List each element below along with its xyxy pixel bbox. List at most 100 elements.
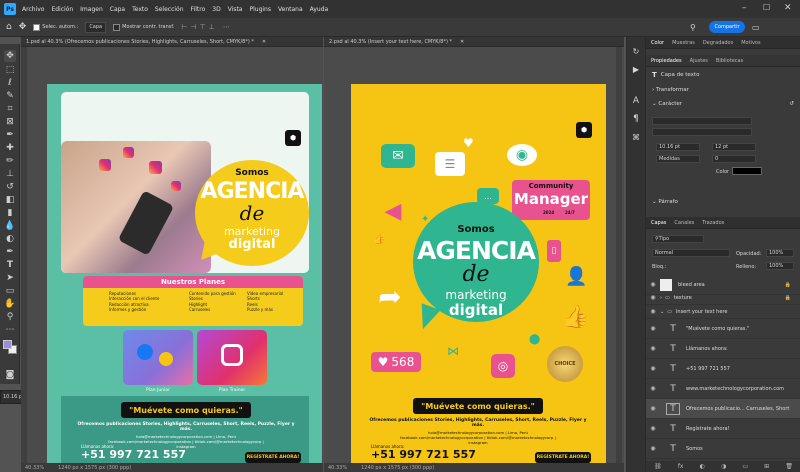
layer-select-dropdown[interactable]: Capa xyxy=(85,21,107,33)
maximize-icon[interactable]: ☐ xyxy=(763,3,770,12)
trash-icon[interactable]: 🗑 xyxy=(785,463,793,470)
glyphs-panel-icon[interactable]: ⌘ xyxy=(630,131,642,143)
chevron-right-icon[interactable]: › xyxy=(660,295,662,301)
paragraph-panel-icon[interactable]: ¶ xyxy=(630,113,642,125)
autoselect-checkbox[interactable]: Selec. autom.: xyxy=(33,23,78,31)
menu-edicion[interactable]: Edición xyxy=(51,6,73,13)
menu-archivo[interactable]: Archivo xyxy=(22,6,44,13)
shape-tool-icon[interactable]: ▭ xyxy=(4,285,16,297)
crop-tool-icon[interactable]: ⌗ xyxy=(4,103,16,115)
character-panel-icon[interactable]: A xyxy=(630,95,642,107)
show-transform-checkbox[interactable]: Mostrar contr. transf. xyxy=(113,23,174,31)
menu-filtro[interactable]: Filtro xyxy=(191,6,206,13)
fill-field[interactable]: 100% xyxy=(766,262,794,270)
actions-panel-icon[interactable]: ▶ xyxy=(630,63,642,75)
menu-texto[interactable]: Texto xyxy=(132,6,148,13)
history-panel-icon[interactable]: ↻ xyxy=(630,45,642,57)
visibility-icon[interactable]: ◉ xyxy=(646,405,660,412)
search-icon[interactable]: ⚲ xyxy=(690,23,696,32)
new-group-icon[interactable]: ▭ xyxy=(742,463,748,470)
menu-3d[interactable]: 3D xyxy=(212,6,220,13)
opacity-field[interactable]: 100% xyxy=(766,249,794,257)
menu-capa[interactable]: Capa xyxy=(110,6,125,13)
adjustment-icon[interactable]: ◑ xyxy=(721,463,726,470)
healing-brush-icon[interactable]: ✚ xyxy=(4,142,16,154)
font-family-dropdown[interactable] xyxy=(652,117,752,125)
visibility-icon[interactable]: ◉ xyxy=(646,365,660,372)
share-button[interactable]: Compartir xyxy=(709,21,745,33)
hand-tool-icon[interactable]: ✋ xyxy=(4,298,16,310)
tab-capas[interactable]: Capas xyxy=(651,220,666,226)
move-tool-icon[interactable]: ✥ xyxy=(19,22,27,32)
close-icon[interactable]: ✕ xyxy=(784,3,792,13)
layer-row[interactable]: ◉ T Llámanos ahora: xyxy=(646,339,800,359)
menu-imagen[interactable]: Imagen xyxy=(80,6,103,13)
layer-filter-dropdown[interactable]: ⚲ Tipo xyxy=(652,235,704,243)
tab-bibliotecas[interactable]: Bibliotecas xyxy=(716,58,743,64)
tab-motivos[interactable]: Motivos xyxy=(741,40,760,46)
link-icon[interactable]: ⛓ xyxy=(654,463,662,470)
font-size-field[interactable]: 10.16 pt xyxy=(656,143,700,151)
foreground-color-swatch[interactable] xyxy=(3,340,12,349)
menu-vista[interactable]: Vista xyxy=(228,6,243,13)
zoom-tool-icon[interactable]: ⚲ xyxy=(4,311,16,323)
visibility-icon[interactable]: ◉ xyxy=(646,325,660,332)
photoshop-logo[interactable]: Ps xyxy=(4,3,16,15)
close-tab-icon[interactable]: ✕ xyxy=(460,39,464,45)
mask-icon[interactable]: ◐ xyxy=(700,463,705,470)
visibility-icon[interactable]: ◉ xyxy=(646,308,660,315)
blend-mode-dropdown[interactable]: Normal xyxy=(652,249,730,257)
transform-section[interactable]: › Transformar xyxy=(646,83,800,97)
tracking-field[interactable]: 0 xyxy=(712,155,756,163)
lasso-tool-icon[interactable]: ℓ xyxy=(4,77,16,89)
tab-color[interactable]: Color xyxy=(651,40,664,46)
layer-row[interactable]: ◉ Twww.marketechnologycorporation.com xyxy=(646,379,800,399)
history-brush-icon[interactable]: ↺ xyxy=(4,181,16,193)
minimize-icon[interactable]: – xyxy=(742,3,747,13)
document-tab-2[interactable]: 2.psd al 40.3% (Insert your text here, C… xyxy=(324,37,624,47)
text-color-swatch[interactable] xyxy=(732,167,762,175)
visibility-icon[interactable]: ◉ xyxy=(646,281,660,288)
dodge-tool-icon[interactable]: ◐ xyxy=(4,233,16,245)
brush-tool-icon[interactable]: ✏ xyxy=(4,155,16,167)
quick-select-icon[interactable]: ✎ xyxy=(4,90,16,102)
zoom-level[interactable]: 40.33% xyxy=(328,465,347,471)
font-style-dropdown[interactable] xyxy=(652,128,752,136)
color-swatches[interactable] xyxy=(3,340,17,354)
eyedropper-icon[interactable]: ✒ xyxy=(4,129,16,141)
quick-mask-icon[interactable]: ◙ xyxy=(4,369,16,381)
layer-row[interactable]: ◉ T Regístrate ahora! xyxy=(646,419,800,439)
chevron-down-icon[interactable]: ⌄ xyxy=(660,309,664,315)
align-icons[interactable]: ⊢⊣⊤⊥ ⋯ xyxy=(181,23,233,31)
menu-ventana[interactable]: Ventana xyxy=(278,6,303,13)
pen-tool-icon[interactable]: ✒ xyxy=(4,246,16,258)
menu-seleccion[interactable]: Selección xyxy=(155,6,184,13)
layer-group-row[interactable]: ◉ › ▭ texture 🔒 xyxy=(646,291,800,305)
eraser-icon[interactable]: ◧ xyxy=(4,194,16,206)
tab-trazados[interactable]: Trazados xyxy=(702,220,724,226)
more-tools-icon[interactable]: ⋯ xyxy=(4,324,16,336)
visibility-icon[interactable]: ◉ xyxy=(646,345,660,352)
menu-plugins[interactable]: Plugins xyxy=(249,6,271,13)
frame-tool-icon[interactable]: ⊠ xyxy=(4,116,16,128)
tab-muestras[interactable]: Muestras xyxy=(672,40,695,46)
gradient-tool-icon[interactable]: ▮ xyxy=(4,207,16,219)
visibility-icon[interactable]: ◉ xyxy=(646,294,660,301)
document-tab-1[interactable]: 1.psd al 40.3% (Ofrecemos publicaciones … xyxy=(21,37,323,47)
clone-stamp-icon[interactable]: ⊥ xyxy=(4,168,16,180)
kerning-field[interactable]: Medidas xyxy=(656,155,700,163)
tab-propiedades[interactable]: Propiedades xyxy=(651,58,682,64)
character-section[interactable]: ⌄ Carácter ↺ xyxy=(646,97,800,111)
tab-degradados[interactable]: Degradados xyxy=(703,40,733,46)
layer-group-row[interactable]: ◉ ⌄ ▭ Insert your text here xyxy=(646,305,800,319)
layer-row[interactable]: ◉ T Somos xyxy=(646,439,800,459)
home-icon[interactable]: ⌂ xyxy=(6,22,12,32)
fx-icon[interactable]: fx xyxy=(678,463,684,470)
type-tool-icon[interactable]: T xyxy=(4,259,16,271)
flyer-teal-canvas[interactable]: ⬢ Somos AGENCIA de marketing digital Nue… xyxy=(47,84,322,472)
tab-canales[interactable]: Canales xyxy=(674,220,694,226)
marquee-tool-icon[interactable]: ⬚ xyxy=(4,64,16,76)
reset-icon[interactable]: ↺ xyxy=(789,101,794,107)
menu-ayuda[interactable]: Ayuda xyxy=(310,6,329,13)
layer-row[interactable]: ◉ T +51 997 721 557 xyxy=(646,359,800,379)
